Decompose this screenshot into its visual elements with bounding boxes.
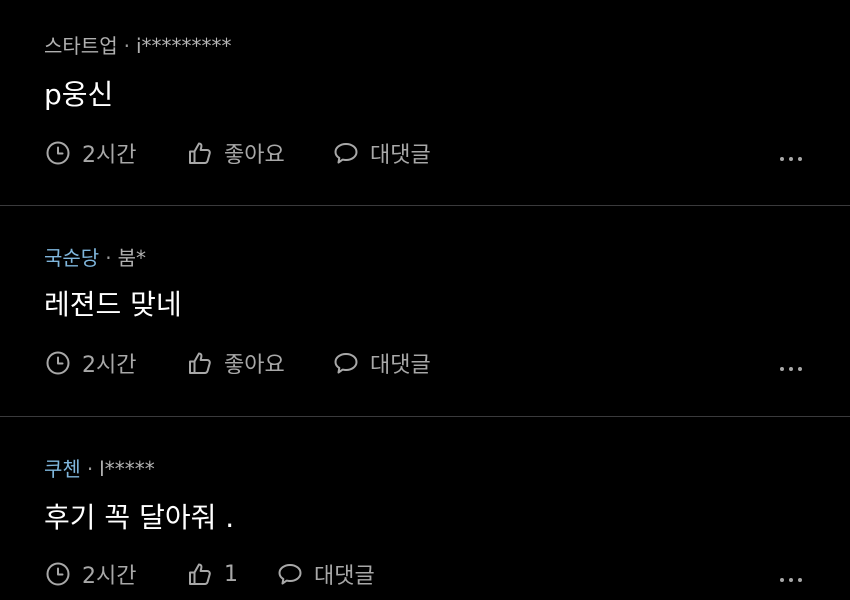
more-dot [798,157,802,161]
reply-label: 대댓글 [370,353,431,378]
comment-actions: 2시간 1 대댓글 [44,558,810,590]
timestamp: 2시간 [44,347,186,379]
speech-bubble-icon [278,564,302,585]
company-name[interactable]: 국순당 [44,246,99,270]
comment-meta: 스타트업 · i********* [44,34,232,58]
company-name[interactable]: 스타트업 [44,34,118,58]
like-label: 좋아요 [224,143,285,168]
timestamp: 2시간 [44,558,186,590]
comment-list: 스타트업 · i********* p웅신 2시간 좋아요 대댓글 국순당 · … [0,0,850,600]
more-dot [798,367,802,371]
comment-actions: 2시간 좋아요 대댓글 [44,137,810,169]
comment-item: 쿠첸 · l***** 후기 꼭 달아줘 . 2시간 1 대댓글 [0,418,850,600]
more-dots-icon [780,578,784,582]
clock-icon [46,351,70,375]
clock-icon [46,562,70,586]
meta-separator: · [105,246,112,270]
speech-bubble-icon [334,353,358,374]
more-options-button[interactable] [780,157,802,161]
more-dot [798,578,802,582]
comment-actions: 2시간 좋아요 대댓글 [44,347,810,379]
like-button[interactable]: 1 [186,560,276,588]
like-label: 좋아요 [224,353,285,378]
author-name: i********* [135,34,232,58]
like-button[interactable]: 좋아요 [186,137,332,169]
comment-text: 레젼드 맞네 [44,288,182,321]
timestamp-label: 2시간 [82,564,137,589]
meta-separator: · [86,457,94,481]
reply-button[interactable]: 대댓글 [332,347,431,379]
comment-item: 스타트업 · i********* p웅신 2시간 좋아요 대댓글 [0,0,850,206]
reply-label: 대댓글 [370,143,431,168]
timestamp: 2시간 [44,137,186,169]
comment-text: p웅신 [44,78,114,111]
comment-meta: 국순당 · 붐* [44,246,146,270]
author-name: l***** [99,457,155,481]
timestamp-label: 2시간 [82,143,137,168]
thumbs-up-icon [189,563,211,585]
comment-item: 국순당 · 붐* 레젼드 맞네 2시간 좋아요 대댓글 [0,207,850,417]
company-name[interactable]: 쿠첸 [44,457,81,481]
more-dot [789,157,793,161]
more-dots-icon [780,367,784,371]
like-count: 1 [224,561,238,587]
reply-label: 대댓글 [314,564,375,589]
more-dot [789,367,793,371]
thumbs-up-icon [189,352,211,374]
like-button[interactable]: 좋아요 [186,347,332,379]
meta-separator: · [123,34,130,58]
comment-text: 후기 꼭 달아줘 . [44,501,235,534]
comment-meta: 쿠첸 · l***** [44,457,155,481]
reply-button[interactable]: 대댓글 [276,558,375,590]
reply-button[interactable]: 대댓글 [332,137,431,169]
clock-icon [46,141,70,165]
more-dots-icon [780,157,784,161]
more-options-button[interactable] [780,578,802,582]
more-options-button[interactable] [780,367,802,371]
thumbs-up-icon [189,142,211,164]
more-dot [789,578,793,582]
timestamp-label: 2시간 [82,353,137,378]
author-name: 붐* [117,246,146,270]
speech-bubble-icon [334,143,358,164]
